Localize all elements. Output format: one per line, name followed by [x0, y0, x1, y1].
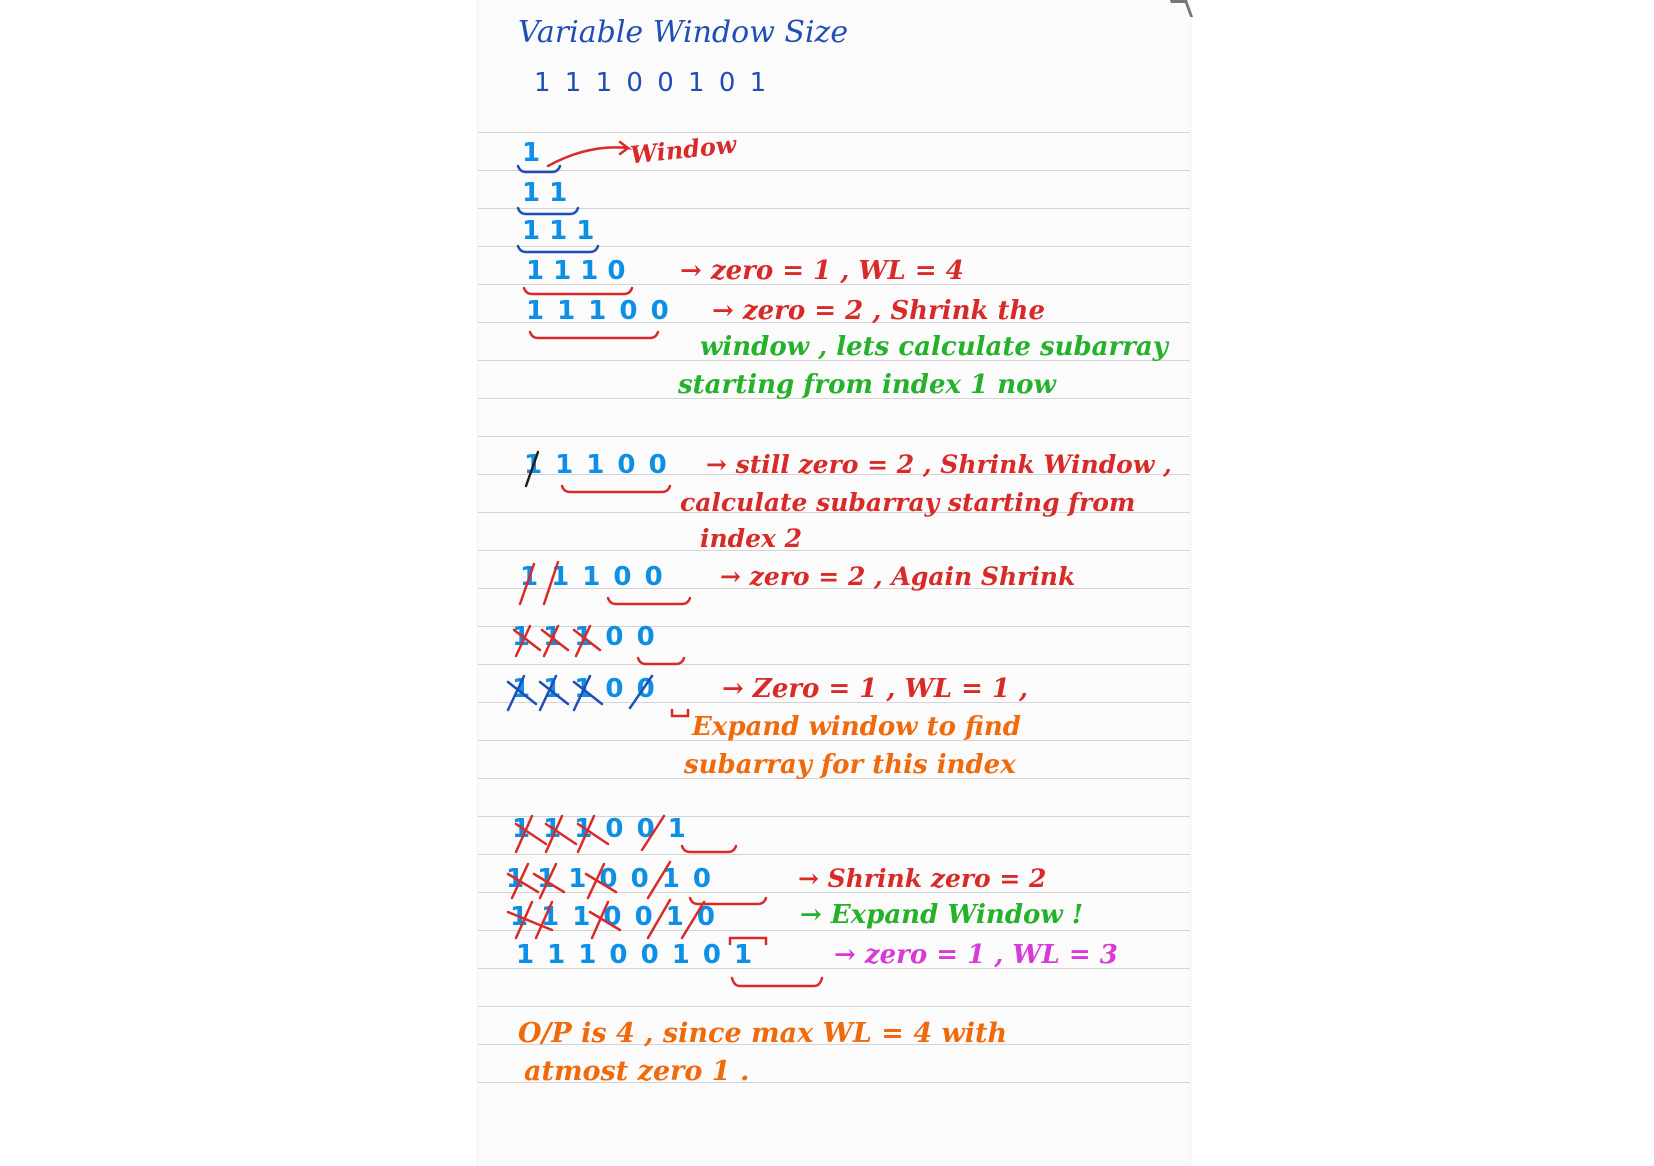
window-sequence: 1 1 1 0 0: [526, 296, 671, 326]
step-note: → Expand Window !: [800, 900, 1084, 930]
ruled-line: [478, 436, 1190, 437]
window-sequence: 1 1 1 0 0 1: [512, 814, 688, 844]
step-note-continued: calculate subarray starting from: [680, 488, 1136, 517]
window-sequence: 1 1 1 0 0 1 0: [510, 902, 717, 932]
window-sequence: 1 1 1 0: [526, 256, 626, 286]
ruled-line: [478, 1006, 1190, 1007]
conclusion-line: O/P is 4 , since max WL = 4 with: [518, 1018, 1008, 1049]
ruled-line: [478, 550, 1190, 551]
window-sequence: 1 1 1 0 0: [520, 562, 665, 592]
step-note-continued: window , lets calculate subarray: [700, 332, 1168, 362]
ruled-line: [478, 854, 1190, 855]
window-sequence: 1: [522, 138, 541, 168]
ruled-line: [478, 664, 1190, 665]
step-note: → zero = 2 , Again Shrink: [720, 562, 1076, 591]
step-note-continued: Expand window to find: [692, 712, 1021, 742]
page-title: Variable Window Size: [518, 15, 849, 50]
ruled-line: [478, 132, 1190, 133]
input-sequence: 1 1 1 0 0 1 0 1: [534, 68, 767, 98]
step-note: → zero = 2 , Shrink the: [712, 296, 1045, 326]
step-note-continued: starting from index 1 now: [678, 370, 1056, 400]
ruled-line: [478, 170, 1190, 171]
ruled-line: [478, 208, 1190, 209]
step-note-continued: index 2: [700, 524, 803, 553]
step-note: → still zero = 2 , Shrink Window ,: [706, 450, 1172, 479]
window-sequence: 1 1 1 0 0: [524, 450, 669, 480]
window-sequence: 1 1 1 0 0 1 0 1: [516, 940, 755, 970]
window-sequence: 1 1 1 0 0: [512, 674, 657, 704]
ruled-line: [478, 246, 1190, 247]
window-sequence: 1 1: [522, 178, 568, 208]
step-note: → Zero = 1 , WL = 1 ,: [722, 674, 1029, 704]
step-note-continued: subarray for this index: [684, 750, 1016, 780]
window-sequence: 1 1 1: [522, 216, 595, 246]
window-sequence: 1 1 1 0 0: [512, 622, 657, 652]
window-sequence: 1 1 1 0 0 1 0: [506, 864, 713, 894]
step-note: → Shrink zero = 2: [798, 864, 1047, 893]
step-note: → zero = 1 , WL = 4: [680, 256, 964, 286]
conclusion-line: atmost zero 1 .: [524, 1056, 750, 1087]
step-note: → zero = 1 , WL = 3: [834, 940, 1118, 970]
